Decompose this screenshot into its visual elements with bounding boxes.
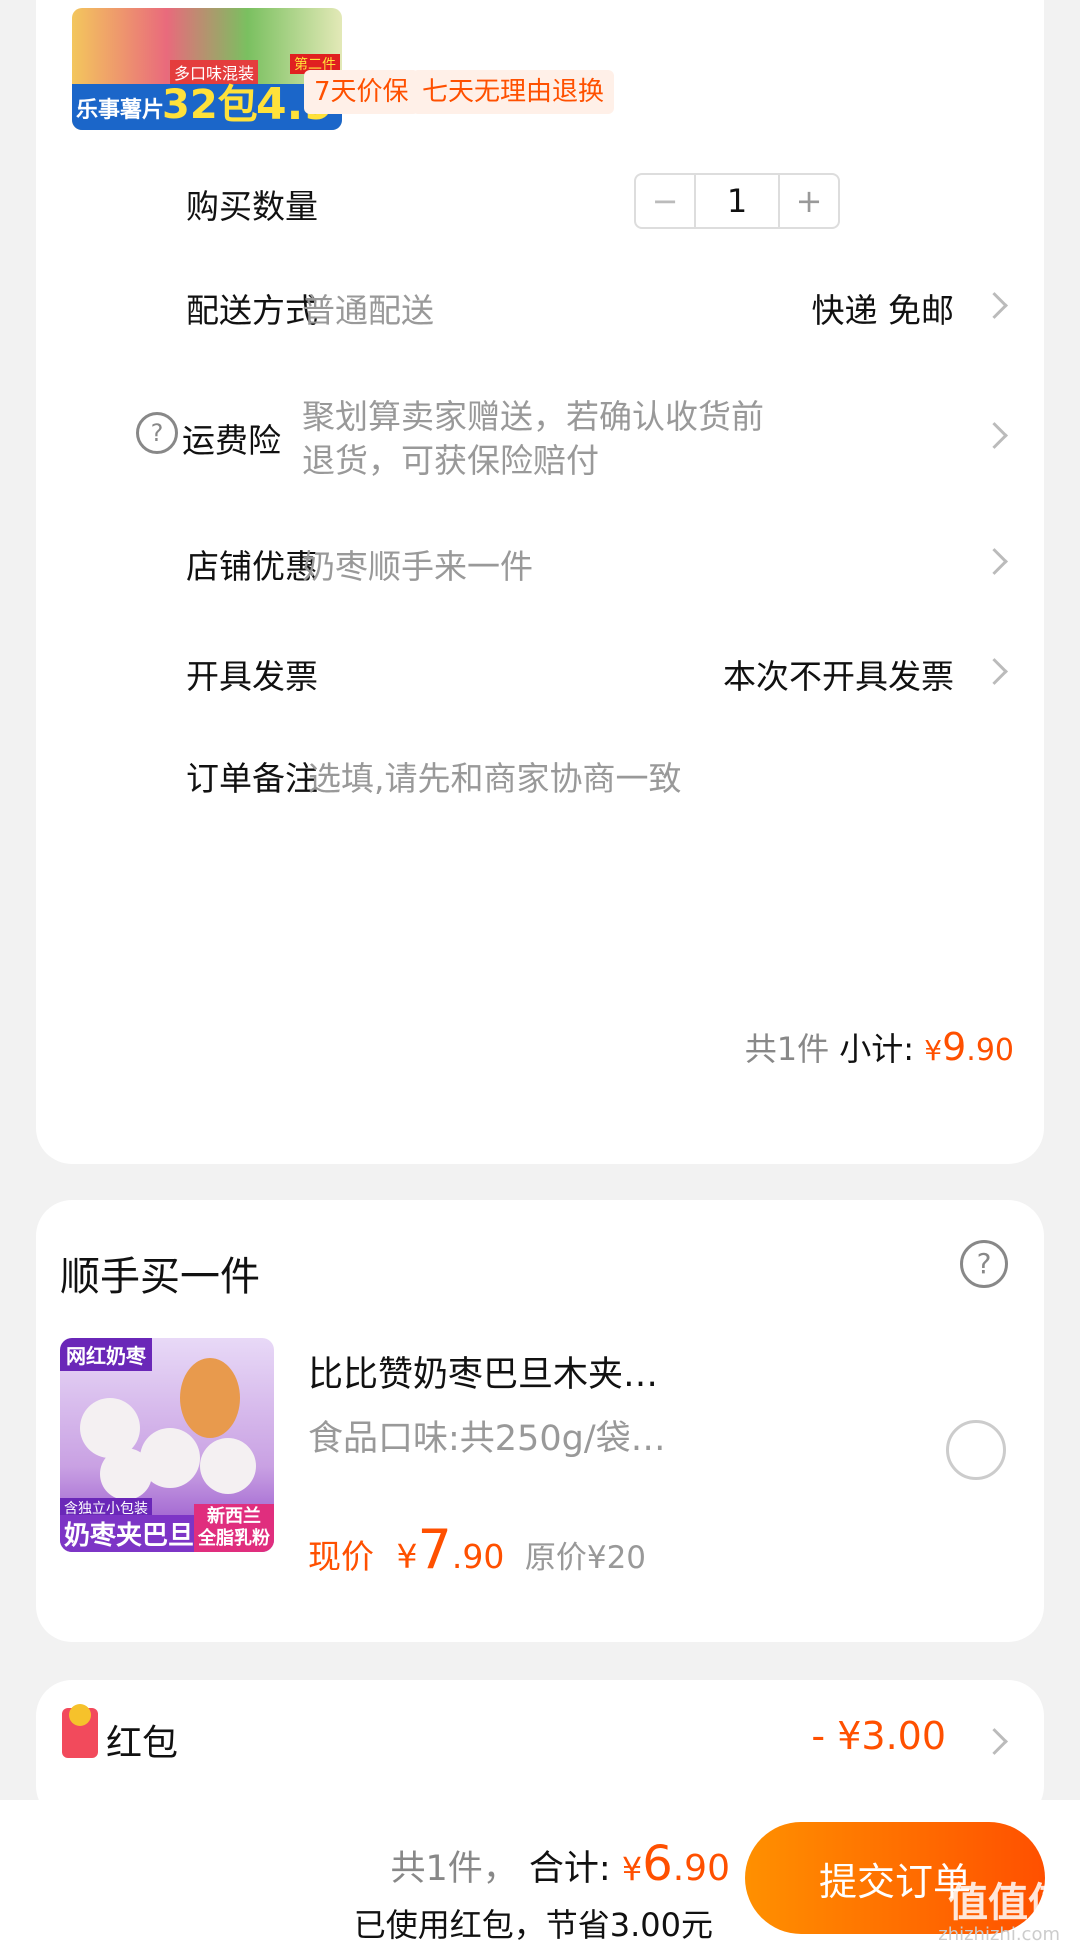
addon-card: 顺手买一件 ? 网红奶枣 含独立小包装 奶枣夹巴旦木 新西兰 全脂乳粉 比比赞奶枣… [36,1200,1044,1642]
shipping-insurance-label: 运费险 [182,421,281,460]
red-packet-icon [62,1704,98,1758]
watermark-url: zhizhizhi.com [938,1924,1060,1945]
addon-product-spec[interactable]: 食品口味:共250g/袋… [308,1410,666,1461]
addon-original-price: 原价¥20 [524,1540,647,1576]
quantity-plus-button[interactable]: + [778,175,838,227]
total-count: 共1件， [390,1849,518,1889]
quantity-value[interactable]: 1 [696,175,778,227]
subtotal-count: 共1件 [744,1030,830,1068]
subtotal-currency: ¥ [924,1034,943,1067]
total-dec: .90 [672,1848,730,1889]
free-return-tag: 七天无理由退换 [412,70,615,114]
quantity-label: 购买数量 [186,187,318,226]
addon-image-badge: 新西兰 全脂乳粉 [194,1504,274,1552]
chevron-right-icon [981,548,1008,575]
subtotal-int: 9 [942,1025,967,1069]
shop-discount-hint: 奶枣顺手来一件 [302,547,533,586]
delivery-hint: 普通配送 [302,291,434,330]
addon-select-radio[interactable] [946,1420,1006,1480]
subtotal-dec: .90 [966,1033,1014,1068]
savings-text: 已使用红包，节省3.00元 [353,1906,713,1944]
redpacket-value: - ¥3.00 [811,1714,946,1758]
invoice-label: 开具发票 [186,657,318,696]
delivery-value: 快递 免邮 [811,291,955,330]
redpacket-label: 红包 [106,1723,179,1764]
quantity-stepper[interactable]: − 1 + [634,173,840,229]
delivery-label: 配送方式 [186,291,318,330]
checkout-bar: 共1件， 合计: ¥6.90 已使用红包，节省3.00元 提交订单 值值值 zh… [0,1800,1080,1950]
product-image: 多口味混装 第二件 乐事薯片 32包 4.9 [72,8,342,130]
chevron-right-icon [981,422,1008,449]
order-total: 共1件， 合计: ¥6.90 [390,1836,730,1892]
chevron-right-icon [981,292,1008,319]
total-currency: ¥ [621,1850,643,1888]
order-note-label: 订单备注 [186,759,318,798]
help-icon[interactable]: ? [136,412,178,454]
addon-price-dec: .90 [451,1537,505,1576]
addon-image-tag: 网红奶枣 [60,1338,152,1371]
addon-section-title: 顺手买一件 [60,1254,260,1300]
help-icon[interactable]: ? [960,1240,1008,1288]
product-image-brand-text: 乐事薯片 [76,98,165,123]
product-image-count-text: 32包 [162,82,258,128]
order-detail-card: 多口味混装 第二件 乐事薯片 32包 4.9 7天价保 七天无理由退换 购买数量… [36,0,1044,1164]
addon-price: 现价 ¥7.90 原价¥20 [308,1518,646,1581]
subtotal-label: 小计: [839,1030,915,1068]
shipping-insurance-hint-line2: 退货，可获保险赔付 [302,441,599,480]
addon-price-label: 现价 [308,1537,374,1576]
total-label: 合计: [528,1849,611,1889]
invoice-value: 本次不开具发票 [723,657,954,696]
quantity-minus-button[interactable]: − [636,175,696,227]
addon-price-currency: ¥ [396,1537,418,1576]
addon-price-int: 7 [417,1518,452,1581]
order-note-input[interactable]: 选填,请先和商家协商一致 [308,752,682,800]
addon-product-image[interactable]: 网红奶枣 含独立小包装 奶枣夹巴旦木 新西兰 全脂乳粉 [60,1338,274,1552]
addon-product-name[interactable]: 比比赞奶枣巴旦木夹… [308,1346,658,1397]
chevron-right-icon [981,1728,1008,1755]
price-protection-tag: 7天价保 [304,70,419,114]
subtotal: 共1件 小计: ¥9.90 [745,1024,1014,1070]
watermark-logo: 值值值 [948,1880,1068,1926]
shop-discount-label: 店铺优惠 [186,547,318,586]
chevron-right-icon [981,658,1008,685]
total-int: 6 [642,1836,673,1892]
shipping-insurance-hint-line1: 聚划算卖家赠送，若确认收货前 [302,397,764,436]
